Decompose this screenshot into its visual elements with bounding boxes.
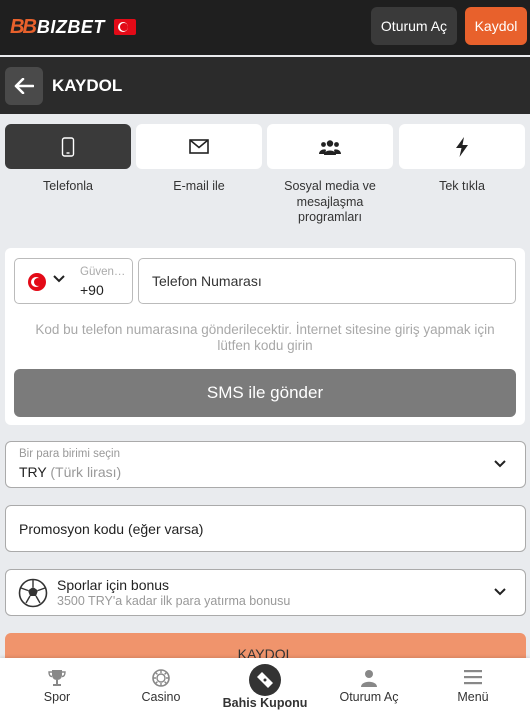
nav-casino-label: Casino: [141, 690, 181, 704]
arrow-left-icon: [14, 78, 34, 94]
bizbet-logo[interactable]: BB BIZBET: [10, 14, 136, 40]
country-code-value: +90: [80, 282, 104, 298]
tab-social-label: Sosyal media ve mesajlaşma programları: [284, 179, 376, 224]
currency-value: TRY: [19, 464, 47, 480]
currency-value-wrap: TRY (Türk lirası): [19, 464, 121, 480]
phone-number-input[interactable]: Telefon Numarası: [138, 258, 516, 304]
currency-detail: (Türk lirası): [50, 464, 122, 480]
chevron-down-icon: [494, 588, 506, 596]
mail-icon: [189, 139, 209, 154]
register-button[interactable]: Kaydol: [465, 7, 527, 45]
turkey-flag-icon[interactable]: [113, 19, 136, 35]
tab-email[interactable]: [136, 124, 262, 169]
nav-bet-slip-label: Bahis Kuponu: [222, 696, 308, 710]
sms-hint-text: Kod bu telefon numarasına gönderilecekti…: [35, 322, 495, 353]
phone-registration-card: Güvenlik kodu +90 Telefon Numarası Kod b…: [5, 248, 525, 425]
trophy-icon: [48, 670, 66, 686]
nav-menu-label: Menü: [457, 690, 489, 704]
country-code-select[interactable]: Güvenlik kodu +90: [14, 258, 133, 304]
tab-one-click-label: Tek tıkla: [439, 179, 485, 193]
page-header: KAYDOL: [0, 57, 530, 114]
lightning-icon: [456, 136, 468, 157]
nav-sport[interactable]: Spor: [4, 658, 110, 714]
nav-bet-slip[interactable]: Bahis Kuponu: [212, 658, 318, 714]
nav-casino[interactable]: Casino: [108, 658, 214, 714]
tab-social[interactable]: [267, 124, 393, 169]
nav-login-label: Oturum Aç: [339, 690, 399, 704]
phone-icon: [61, 136, 75, 157]
top-header: BB BIZBET Oturum Aç Kaydol: [0, 0, 530, 55]
promo-code-placeholder: Promosyon kodu (eğer varsa): [19, 521, 204, 537]
country-code-label: Güvenlik kodu: [80, 266, 126, 278]
chevron-down-icon: [53, 275, 65, 283]
soccer-ball-icon: [18, 578, 48, 608]
back-button[interactable]: [5, 67, 43, 105]
promo-code-input[interactable]: Promosyon kodu (eğer varsa): [5, 505, 526, 552]
send-sms-button[interactable]: SMS ile gönder: [14, 369, 516, 417]
logo-mark: BB: [10, 15, 37, 38]
tab-phone[interactable]: [5, 124, 131, 169]
bonus-select[interactable]: Sporlar için bonus 3500 TRY'a kadar ilk …: [5, 569, 526, 616]
page-title: KAYDOL: [52, 76, 123, 95]
currency-select[interactable]: Bir para birimi seçin TRY (Türk lirası): [5, 441, 526, 488]
login-button[interactable]: Oturum Aç: [371, 7, 457, 45]
chevron-down-icon: [494, 460, 506, 468]
casino-chip-icon: [152, 669, 170, 687]
bonus-title: Sporlar için bonus: [57, 577, 170, 593]
nav-login[interactable]: Oturum Aç: [316, 658, 422, 714]
hamburger-icon: [464, 670, 482, 685]
bet-slip-badge: [249, 664, 281, 696]
ticket-icon: [257, 672, 273, 688]
nav-menu[interactable]: Menü: [420, 658, 526, 714]
currency-label: Bir para birimi seçin: [19, 448, 120, 460]
users-icon: [319, 139, 341, 155]
bottom-navigation: Spor Casino Bahis Kuponu Oturum Aç Menü: [0, 658, 530, 714]
nav-sport-label: Spor: [43, 690, 71, 704]
bonus-subtitle: 3500 TRY'a kadar ilk para yatırma bonusu: [57, 594, 291, 608]
tab-phone-label: Telefonla: [42, 179, 94, 193]
tab-one-click[interactable]: [399, 124, 525, 169]
turkey-flag-icon: [28, 273, 46, 291]
logo-text: BIZBET: [36, 16, 105, 37]
user-icon: [361, 670, 377, 687]
tab-email-label: E-mail ile: [173, 179, 225, 193]
